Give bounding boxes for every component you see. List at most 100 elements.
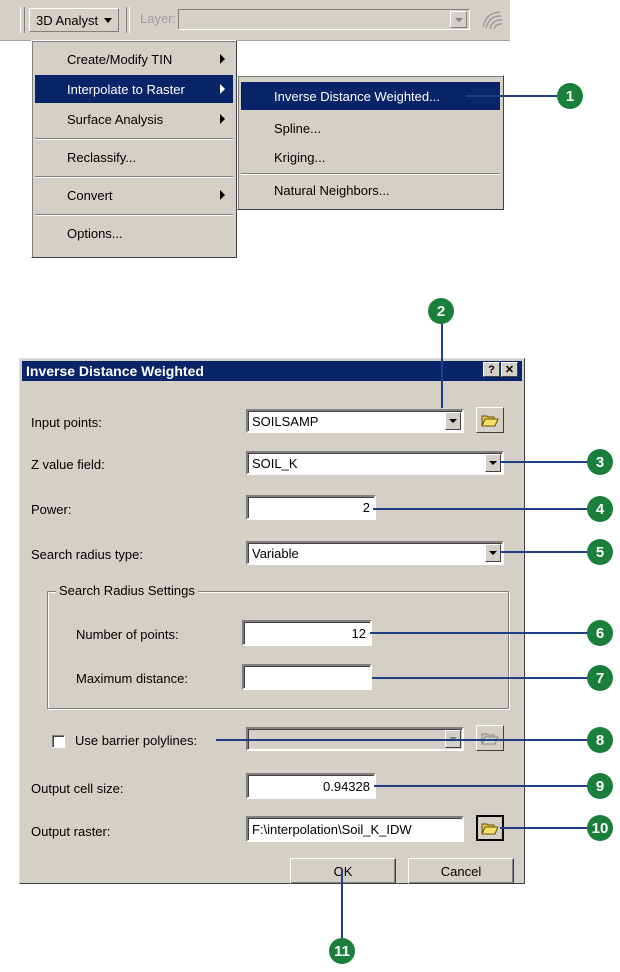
cancel-button[interactable]: Cancel bbox=[408, 858, 514, 884]
callout-4: 4 bbox=[587, 496, 613, 522]
output-cell-size-label: Output cell size: bbox=[31, 781, 124, 796]
leader-line-1 bbox=[466, 95, 558, 97]
submenu-item-inverse-distance-weighted[interactable]: Inverse Distance Weighted... bbox=[241, 82, 500, 110]
callout-1: 1 bbox=[557, 83, 583, 109]
3d-analyst-toolbar: 3D Analyst Layer: bbox=[0, 0, 510, 41]
idw-dialog: Inverse Distance Weighted ? ✕ Input poin… bbox=[19, 358, 525, 884]
leader-line-6 bbox=[370, 632, 588, 634]
submenu-item-label: Inverse Distance Weighted... bbox=[274, 88, 440, 104]
3d-analyst-menu-label: 3D Analyst bbox=[36, 12, 99, 28]
callout-8: 8 bbox=[587, 727, 613, 753]
input-points-value: SOILSAMP bbox=[252, 413, 319, 429]
z-value-field-value: SOIL_K bbox=[252, 455, 298, 471]
input-points-browse-button[interactable] bbox=[476, 407, 504, 433]
layer-select bbox=[178, 9, 470, 30]
submenu-item-label: Natural Neighbors... bbox=[274, 182, 390, 198]
3d-analyst-dropdown-menu: Create/Modify TIN Interpolate to Raster … bbox=[31, 40, 237, 258]
search-radius-type-value: Variable bbox=[252, 545, 299, 561]
use-barrier-polylines-checkbox[interactable] bbox=[52, 735, 65, 748]
menu-item-label: Options... bbox=[67, 225, 123, 241]
barrier-browse-button bbox=[476, 725, 504, 751]
input-points-select[interactable]: SOILSAMP bbox=[246, 409, 464, 433]
number-of-points-label: Number of points: bbox=[76, 627, 179, 642]
number-of-points-value: 12 bbox=[351, 625, 366, 641]
close-button[interactable]: ✕ bbox=[501, 362, 518, 377]
leader-line-7 bbox=[372, 677, 588, 679]
leader-line-8 bbox=[216, 739, 588, 741]
z-value-dropdown-arrow[interactable] bbox=[485, 454, 501, 472]
3d-analyst-menu-button[interactable]: 3D Analyst bbox=[29, 8, 119, 32]
dropdown-arrow-icon bbox=[104, 17, 113, 23]
use-barrier-polylines-label: Use barrier polylines: bbox=[75, 733, 198, 748]
layer-label: Layer: bbox=[140, 11, 177, 26]
leader-line-2 bbox=[441, 323, 443, 408]
open-folder-icon bbox=[481, 733, 499, 744]
menu-item-label: Reclassify... bbox=[67, 149, 137, 165]
menu-item-label: Interpolate to Raster bbox=[67, 81, 185, 97]
callout-11: 11 bbox=[329, 938, 355, 964]
menu-item-label: Convert bbox=[67, 187, 113, 203]
toolbar-grip[interactable] bbox=[20, 7, 25, 33]
search-radius-type-select[interactable]: Variable bbox=[246, 541, 504, 565]
search-radius-type-dropdown-arrow[interactable] bbox=[485, 544, 501, 562]
callout-10: 10 bbox=[587, 815, 613, 841]
menu-separator bbox=[35, 138, 233, 140]
leader-line-10 bbox=[500, 827, 588, 829]
menu-separator bbox=[35, 214, 233, 216]
submenu-item-kriging[interactable]: Kriging... bbox=[241, 143, 500, 171]
callout-3: 3 bbox=[587, 449, 613, 475]
submenu-arrow-icon bbox=[220, 114, 225, 124]
menu-item-create-modify-tin[interactable]: Create/Modify TIN bbox=[35, 45, 233, 73]
open-folder-icon bbox=[481, 415, 499, 426]
z-value-field-select[interactable]: SOIL_K bbox=[246, 451, 504, 475]
output-raster-input[interactable]: F:\interpolation\Soil_K_IDW bbox=[246, 816, 464, 842]
submenu-arrow-icon bbox=[220, 54, 225, 64]
leader-line-11 bbox=[341, 870, 343, 940]
callout-9: 9 bbox=[587, 773, 613, 799]
interpolate-to-raster-submenu: Inverse Distance Weighted... Spline... K… bbox=[237, 75, 504, 210]
menu-item-surface-analysis[interactable]: Surface Analysis bbox=[35, 105, 233, 133]
menu-item-interpolate-to-raster[interactable]: Interpolate to Raster bbox=[35, 75, 233, 103]
power-input[interactable]: 2 bbox=[246, 495, 376, 520]
search-radius-settings-title: Search Radius Settings bbox=[56, 583, 198, 598]
layer-select-arrow bbox=[450, 11, 467, 28]
callout-6: 6 bbox=[587, 620, 613, 646]
dialog-titlebar[interactable]: Inverse Distance Weighted bbox=[22, 361, 522, 381]
ok-button[interactable]: OK bbox=[290, 858, 396, 884]
output-cell-size-input[interactable]: 0.94328 bbox=[246, 773, 376, 799]
open-folder-icon bbox=[481, 823, 499, 834]
search-radius-type-label: Search radius type: bbox=[31, 547, 144, 562]
search-radius-settings-group bbox=[47, 591, 509, 709]
submenu-item-label: Kriging... bbox=[274, 149, 326, 165]
toolbar-separator bbox=[126, 7, 130, 33]
input-points-dropdown-arrow[interactable] bbox=[445, 412, 461, 430]
callout-7: 7 bbox=[587, 665, 613, 691]
leader-line-9 bbox=[374, 785, 588, 787]
power-label: Power: bbox=[31, 502, 72, 517]
menu-separator bbox=[241, 173, 500, 175]
submenu-arrow-icon bbox=[220, 190, 225, 200]
callout-2: 2 bbox=[428, 298, 454, 324]
surface-analysis-icon bbox=[482, 11, 503, 30]
submenu-item-spline[interactable]: Spline... bbox=[241, 114, 500, 142]
number-of-points-input[interactable]: 12 bbox=[242, 620, 372, 646]
submenu-arrow-icon bbox=[220, 84, 225, 94]
menu-item-label: Surface Analysis bbox=[67, 111, 164, 127]
dialog-title: Inverse Distance Weighted bbox=[26, 363, 204, 379]
power-value: 2 bbox=[362, 500, 370, 515]
menu-item-convert[interactable]: Convert bbox=[35, 181, 233, 209]
leader-line-3 bbox=[500, 461, 588, 463]
menu-item-options[interactable]: Options... bbox=[35, 219, 233, 247]
output-raster-label: Output raster: bbox=[31, 824, 111, 839]
input-points-label: Input points: bbox=[31, 415, 102, 430]
leader-line-5 bbox=[500, 551, 588, 553]
maximum-distance-input[interactable] bbox=[242, 664, 372, 690]
submenu-item-natural-neighbors[interactable]: Natural Neighbors... bbox=[241, 176, 500, 204]
z-value-field-label: Z value field: bbox=[31, 457, 105, 472]
help-button[interactable]: ? bbox=[483, 362, 500, 377]
maximum-distance-label: Maximum distance: bbox=[76, 671, 188, 686]
output-cell-size-value: 0.94328 bbox=[323, 778, 370, 794]
menu-item-reclassify[interactable]: Reclassify... bbox=[35, 143, 233, 171]
output-raster-value: F:\interpolation\Soil_K_IDW bbox=[252, 821, 412, 837]
leader-line-4 bbox=[373, 508, 588, 510]
